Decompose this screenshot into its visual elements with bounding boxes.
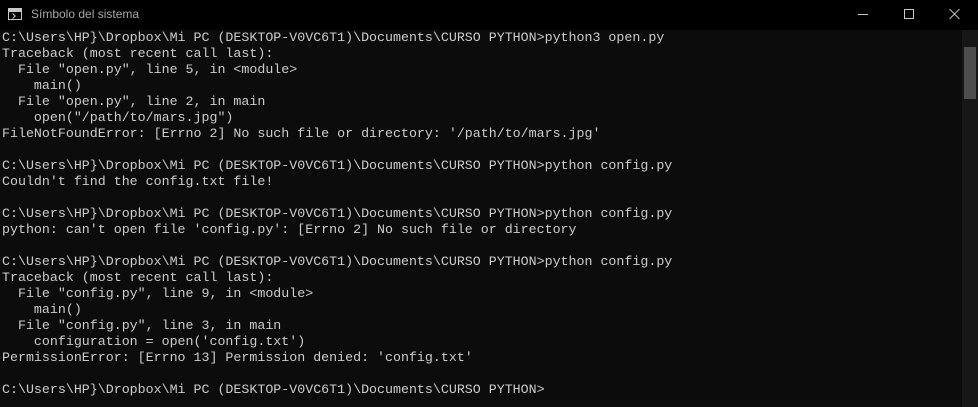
console-line: File "open.py", line 2, in main xyxy=(2,94,266,109)
console-line: main() xyxy=(2,302,82,317)
title-bar[interactable]: Símbolo del sistema xyxy=(0,0,978,30)
console-line: File "open.py", line 5, in <module> xyxy=(2,62,298,77)
console-line: Traceback (most recent call last): xyxy=(2,46,274,61)
maximize-button[interactable] xyxy=(886,0,932,30)
minimize-button[interactable] xyxy=(840,0,886,30)
maximize-icon xyxy=(904,9,914,19)
console-line: FileNotFoundError: [Errno 2] No such fil… xyxy=(2,126,601,141)
console-app-icon[interactable] xyxy=(8,8,22,20)
console-line: Couldn't find the config.txt file! xyxy=(2,174,274,189)
console-line: C:\Users\HP}\Dropbox\Mi PC (DESKTOP-V0VC… xyxy=(2,382,545,397)
console-line: C:\Users\HP}\Dropbox\Mi PC (DESKTOP-V0VC… xyxy=(2,206,673,221)
console-line: C:\Users\HP}\Dropbox\Mi PC (DESKTOP-V0VC… xyxy=(2,254,673,269)
console-line: configuration = open('config.txt') xyxy=(2,334,306,349)
console-line: C:\Users\HP}\Dropbox\Mi PC (DESKTOP-V0VC… xyxy=(2,158,673,173)
console-line: python: can't open file 'config.py': [Er… xyxy=(2,222,577,237)
scrollbar-thumb[interactable] xyxy=(964,47,976,99)
console-line: File "config.py", line 3, in main xyxy=(2,318,282,333)
command-prompt-window: Símbolo del sistema C:\Users\HP}\Dropbox… xyxy=(0,0,978,407)
close-button[interactable] xyxy=(932,0,978,30)
console-line: C:\Users\HP}\Dropbox\Mi PC (DESKTOP-V0VC… xyxy=(2,30,665,45)
console-line: PermissionError: [Errno 13] Permission d… xyxy=(2,350,473,365)
window-title: Símbolo del sistema xyxy=(31,7,140,21)
console-line: open("/path/to/mars.jpg") xyxy=(2,110,234,125)
close-icon xyxy=(949,8,961,20)
console-output[interactable]: C:\Users\HP}\Dropbox\Mi PC (DESKTOP-V0VC… xyxy=(0,30,960,407)
console-line: File "config.py", line 9, in <module> xyxy=(2,286,314,301)
console-line: Traceback (most recent call last): xyxy=(2,270,274,285)
console-line: main() xyxy=(2,78,82,93)
vertical-scrollbar[interactable] xyxy=(962,30,978,407)
minimize-icon xyxy=(858,14,868,15)
